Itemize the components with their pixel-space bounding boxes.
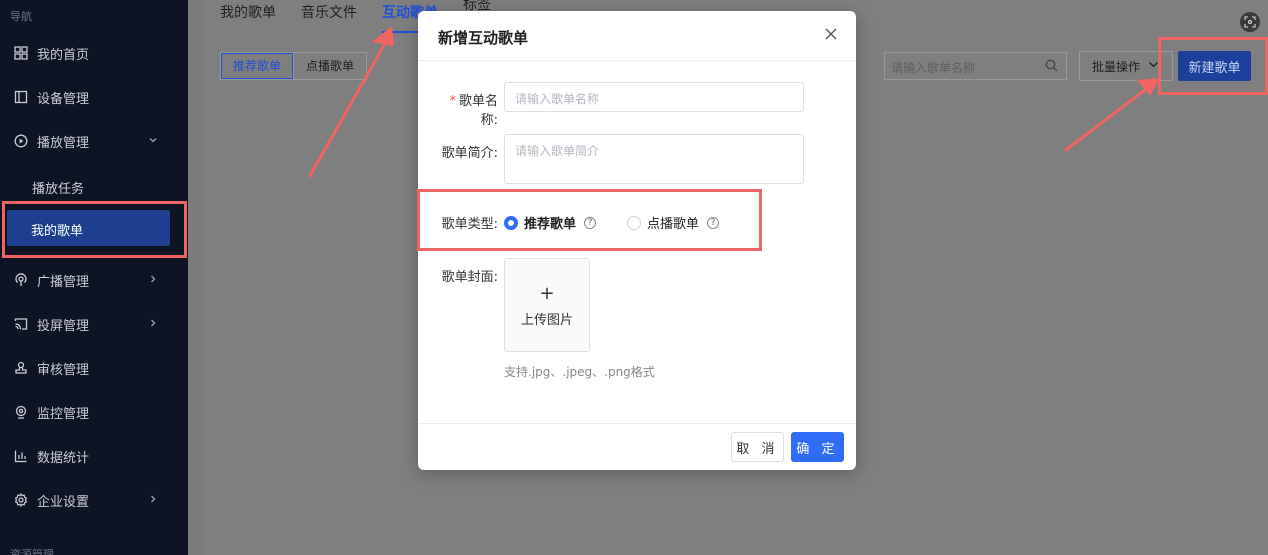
search-icon[interactable] [1045,59,1058,76]
cover-field-label: 歌单封面: [441,270,498,285]
sidebar-item-label: 数据统计 [37,450,90,466]
sidebar-item-monitor[interactable]: 监控管理 [0,394,188,430]
dialog-header: 新增互动歌单 [418,11,856,61]
tab-music-files[interactable]: 音乐文件 [301,2,357,22]
device-icon [14,90,28,104]
upload-label: 上传图片 [520,313,573,328]
sidebar-item-label: 设备管理 [37,91,90,107]
sidebar-item-playback[interactable]: 播放管理 [0,123,188,159]
dialog-footer-divider [418,423,856,424]
annotation-box-sidebar [2,201,187,258]
sidebar-item-label: 审核管理 [37,362,90,378]
screenshot-icon[interactable] [1240,12,1260,32]
sidebar-item-cast[interactable]: 投屏管理 [0,306,188,342]
close-icon[interactable] [822,25,840,43]
segment-on-demand[interactable]: 点播歌单 [294,53,366,79]
camera-icon [14,405,28,419]
search-input[interactable]: 请输入歌单名称 [884,52,1067,80]
broadcast-icon [14,273,28,287]
search-placeholder: 请输入歌单名称 [891,61,976,75]
intro-field-label: 歌单简介: [441,146,498,161]
sidebar-item-review[interactable]: 审核管理 [0,350,188,386]
segment-recommended[interactable]: 推荐歌单 [221,53,295,79]
sidebar-item-label: 我的首页 [37,47,90,63]
playlist-name-input[interactable]: 请输入歌单名称 [504,82,804,112]
sidebar-item-devices[interactable]: 设备管理 [0,79,188,115]
annotation-box-new [1158,37,1268,95]
sidebar-header: 导航 [10,10,32,23]
dialog-title: 新增互动歌单 [438,29,529,47]
stamp-icon [14,361,28,375]
sidebar-item-label: 投屏管理 [37,318,90,334]
cast-icon [14,317,28,331]
batch-label: 批量操作 [1092,59,1141,74]
tab-my-playlist[interactable]: 我的歌单 [220,2,276,22]
playlist-type-segment: 推荐歌单 点播歌单 [220,52,368,80]
sidebar-item-label: 播放管理 [37,135,90,151]
confirm-button[interactable]: 确 定 [791,432,844,462]
name-field-label: * 歌单名称: [449,94,498,128]
sidebar-bottom-text: 资源管理 [10,548,54,555]
plus-icon: + [539,283,555,304]
upload-image-button[interactable]: + 上传图片 [504,258,590,352]
bar-chart-icon [14,449,28,463]
sidebar-item-label: 监控管理 [37,406,90,422]
chevron-right-icon [148,317,158,331]
playlist-intro-textarea[interactable]: 请输入歌单简介 [504,134,804,184]
grid-icon [14,46,28,60]
sidebar-item-label: 广播管理 [37,274,90,290]
cancel-button[interactable]: 取 消 [731,432,784,462]
chevron-down-icon [148,134,158,148]
sidebar-subitem-play-task[interactable]: 播放任务 [32,178,84,197]
sidebar-item-stats[interactable]: 数据统计 [0,438,188,474]
chevron-right-icon [148,493,158,507]
sidebar-item-home[interactable]: 我的首页 [0,35,188,71]
chevron-right-icon [148,273,158,287]
sidebar-item-label: 企业设置 [37,494,90,510]
required-asterisk: * [449,94,456,109]
sidebar-item-settings[interactable]: 企业设置 [0,482,188,518]
annotation-box-type [417,189,762,251]
upload-format-hint: 支持.jpg、.jpeg、.png格式 [504,365,655,379]
play-circle-icon [14,134,28,148]
gear-icon [14,493,28,507]
name-placeholder: 请输入歌单名称 [515,92,600,106]
sidebar-item-broadcast[interactable]: 广播管理 [0,262,188,298]
sidebar: 导航 我的首页 设备管理 播放管理 播放任务 我的歌单 广播管理 投屏管理 审核… [0,0,188,555]
intro-placeholder: 请输入歌单简介 [515,144,600,158]
